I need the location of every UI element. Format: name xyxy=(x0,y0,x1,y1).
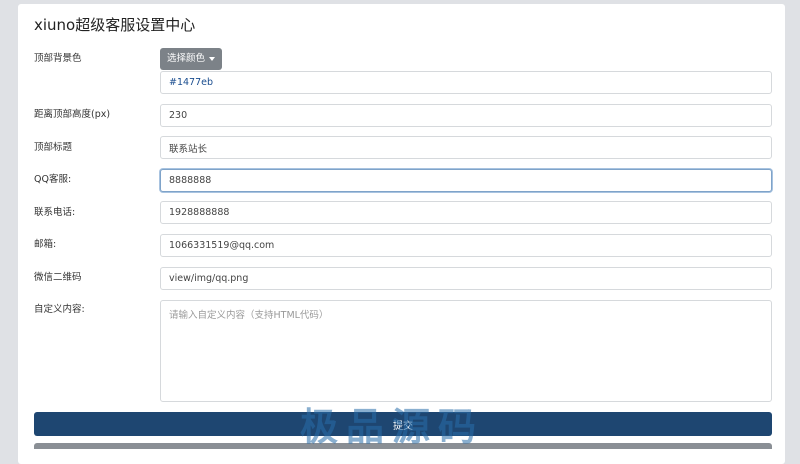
phone-label: 联系电话: xyxy=(34,207,76,218)
bottom-bar xyxy=(34,443,772,449)
custom-content-textarea[interactable] xyxy=(160,300,772,402)
phone-input[interactable] xyxy=(160,201,772,224)
choose-color-button[interactable]: 选择颜色 xyxy=(160,48,222,70)
header-bg-color-input[interactable] xyxy=(160,71,772,94)
custom-content-label: 自定义内容: xyxy=(34,304,85,315)
wechat-qr-label: 微信二维码 xyxy=(34,272,82,283)
header-bg-label: 顶部背景色 xyxy=(34,53,82,64)
top-height-label: 距离顶部高度(px) xyxy=(34,109,111,120)
email-input[interactable] xyxy=(160,234,772,257)
email-label: 邮箱: xyxy=(34,239,57,250)
page-title: xiuno超级客服设置中心 xyxy=(34,16,196,34)
caret-down-icon xyxy=(209,56,215,61)
qq-input[interactable] xyxy=(160,169,772,192)
wechat-qr-input[interactable] xyxy=(160,267,772,290)
top-height-input[interactable] xyxy=(160,104,772,127)
choose-color-label: 选择颜色 xyxy=(166,53,205,64)
submit-button[interactable]: 提交 xyxy=(34,412,772,436)
qq-label: QQ客服: xyxy=(34,174,72,185)
header-title-label: 顶部标题 xyxy=(34,142,73,153)
header-title-input[interactable] xyxy=(160,136,772,159)
